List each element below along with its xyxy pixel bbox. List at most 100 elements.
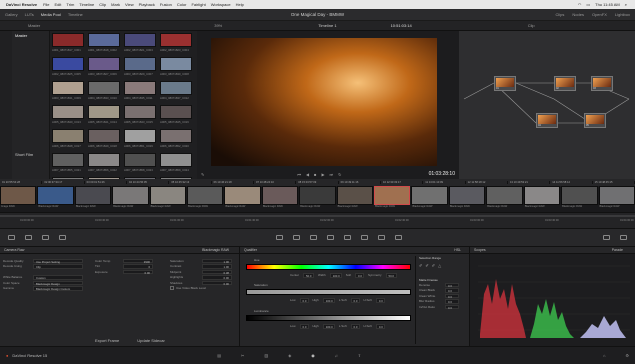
openfx-button[interactable]: OpenFX [592,12,607,17]
scopes-icon[interactable] [603,235,610,240]
media-thumbnail[interactable]: A005_08071841_C014 [88,105,120,125]
media-thumbnail[interactable]: A003_08071830_C008 [160,57,192,77]
lum-high-field[interactable]: 100.0 [322,324,335,329]
picker-plus-icon[interactable]: ✐ [432,263,435,268]
timeline-clip[interactable]: Blackmagic RAW [299,186,336,212]
hue-bar[interactable] [246,264,411,270]
node-05[interactable]: 05 [584,113,606,128]
menu-item[interactable]: Trim [66,2,74,7]
media-thumbnail[interactable]: A003_08071831_C009 [52,81,84,101]
pen-icon[interactable]: ✎ [201,172,204,177]
qualifier-icon[interactable] [293,235,300,240]
timeline-clip[interactable]: Blackmagic RAW [486,186,523,212]
lum-low-field[interactable]: 0.0 [299,324,309,329]
fairlight-page-icon[interactable]: ♫ [335,353,338,358]
skip-forward-icon[interactable]: ⏭ [330,172,334,177]
lum-lsoft-field[interactable]: 0.0 [350,324,360,329]
loop-icon[interactable]: ↻ [338,172,341,177]
clips-button[interactable]: Clips [556,12,565,17]
tracker-icon[interactable] [327,235,334,240]
tint-field[interactable]: 0 [123,264,153,269]
decode-quality-select[interactable]: Use Project Setting [33,258,83,264]
menu-item[interactable]: Mark [111,2,120,7]
sat-low-field[interactable]: 0.0 [299,298,309,303]
finesse-field[interactable]: 0.0 [445,288,459,293]
menu-item[interactable]: Playback [139,2,155,7]
clock[interactable]: Thu 11:45 AM [595,2,620,7]
media-thumbnail[interactable]: A007_08071855_C021 [52,153,84,173]
media-thumbnail[interactable]: A005_08071843_C015 [124,105,156,125]
feather-icon[interactable]: △ [438,263,441,268]
timeline-button[interactable]: Timeline [68,12,83,17]
timeline-clip[interactable]: Blackmagic RAW [598,186,635,212]
curves-icon[interactable] [276,235,283,240]
media-thumbnail[interactable]: A007_08071859_C024 [160,153,192,173]
timeline-clip[interactable]: Blackmagic RAW [523,186,561,212]
node-02[interactable]: 02 [554,76,576,91]
sat-lsoft-field[interactable]: 0.0 [350,298,360,303]
hue-soft-field[interactable]: 0.0 [355,273,365,278]
finesse-field[interactable]: 0.0 [445,299,459,304]
menu-item[interactable]: Clip [99,2,106,7]
media-thumbnail[interactable]: A002_08071825_C005 [52,57,84,77]
timeline-clip[interactable]: Blackmagic RAW [74,186,112,212]
media-thumbnail[interactable]: A006_08071851_C019 [124,129,156,149]
midpoint-field[interactable]: 0.38 [202,269,232,275]
hue-width-field[interactable]: 100.0 [329,273,342,278]
node-03[interactable]: 03 [591,76,613,91]
deliver-page-icon[interactable]: ⇪ [358,353,361,358]
timeline-clip[interactable]: Blackmagic RAW [187,186,224,212]
3d-icon[interactable] [395,235,402,240]
node-01[interactable]: 01 [494,76,516,91]
edit-page-icon[interactable]: ▥ [264,353,268,358]
lum-hsoft-field[interactable]: 0.0 [375,324,385,329]
decode-using-select[interactable]: Clip [33,264,83,269]
highlights-field[interactable]: 0.00 [202,275,232,280]
media-thumbnail[interactable]: A006_08071852_C020 [160,129,192,149]
shadows-field[interactable]: 0.00 [202,280,232,286]
clip-mode[interactable]: Clip [528,23,535,28]
media-thumbnail[interactable]: A005_08071845_C016 [160,105,192,125]
window-icon[interactable] [310,235,317,240]
media-thumbnail[interactable]: A006_08071848_C017 [52,129,84,149]
hue-sym-field[interactable]: 50.0 [385,273,397,278]
timeline-clip[interactable]: Blackmagic RAW [261,186,299,212]
menu-item[interactable]: View [125,2,134,7]
finesse-field[interactable]: 0.0 [445,282,459,288]
timeline-clip[interactable]: Blackmagic RAW [149,186,187,212]
key-icon[interactable] [361,235,368,240]
media-thumbnail[interactable]: A004_08071837_C012 [160,81,192,101]
scope-mode-select[interactable]: Parade [612,248,623,252]
contrast-field[interactable]: 1.00 [202,264,232,269]
color-page-icon[interactable]: ◉ [311,353,315,358]
sizing-icon[interactable] [378,235,385,240]
media-thumbnail[interactable]: A005_08071840_C013 [52,105,84,125]
luts-button[interactable]: LUTs [25,12,34,17]
media-thumbnail[interactable]: A004_08071835_C011 [124,81,156,101]
bin-master[interactable]: Master [12,31,49,40]
media-thumbnail[interactable]: A003_08071829_C007 [124,57,156,77]
bin-short-film[interactable]: Short Film [12,150,49,159]
media-thumbnail[interactable]: A004_08071833_C010 [88,81,120,101]
timeline-name[interactable]: Timeline 1 [318,23,336,28]
saturation-field[interactable]: 1.00 [202,258,232,264]
timeline-clip[interactable]: Blackmagic RAW [336,186,374,212]
menu-item[interactable]: File [43,2,49,7]
play-icon[interactable]: ▶ [321,172,324,177]
zoom-level[interactable]: 39% [214,23,222,28]
timeline-clip[interactable]: Blackmagic RAW [448,186,486,212]
battery-icon[interactable]: ▭ [586,2,590,7]
gamma-select[interactable]: Blackmagic Design Custom [33,286,83,291]
menu-item[interactable]: Workspace [211,2,231,7]
media-thumbnail[interactable]: A001_08071818_C002 [88,33,120,53]
menu-item[interactable]: Fairlight [191,2,205,7]
media-pool-button[interactable]: Media Pool [41,12,61,17]
wifi-icon[interactable]: ◠ [578,2,582,7]
blur-icon[interactable] [344,235,351,240]
update-sidecar-button[interactable]: Update Sidecar [137,338,165,343]
viewer-frame[interactable] [211,38,437,166]
finesse-field[interactable]: 0.0 [445,304,459,310]
media-thumbnail[interactable]: A007_08071858_C023 [124,153,156,173]
media-page-icon[interactable]: ▤ [217,353,221,358]
timeline-clip[interactable]: Image RAW [0,186,37,212]
